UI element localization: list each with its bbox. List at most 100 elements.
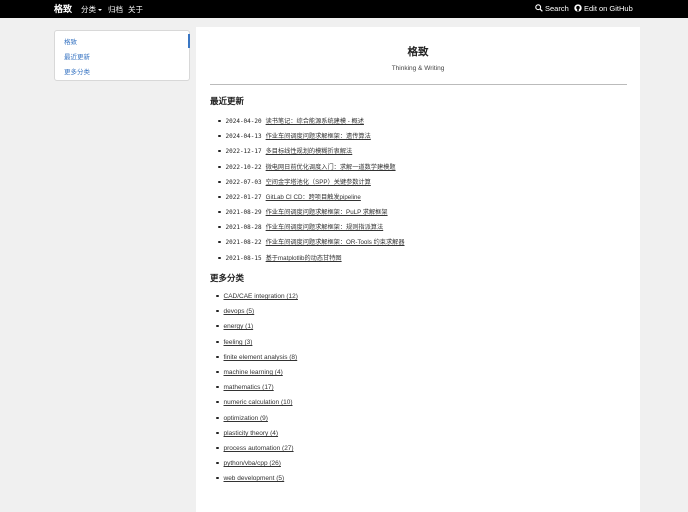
bullet <box>216 355 219 358</box>
post-link[interactable]: 作业车间调度问题求解框架：遗传算法 <box>266 133 371 140</box>
search-icon <box>535 4 543 12</box>
page-title: 格致 <box>407 46 429 58</box>
categories-heading: 更多分类 <box>210 273 245 283</box>
list-item: 2022-12-17 多目标线性规划的模糊折衷解法 <box>218 146 352 156</box>
list-item: 2021-08-22 作业车间调度问题求解框架：OR-Tools 约束求解器 <box>218 237 405 247</box>
list-item: 2021-08-29 作业车间调度问题求解框架：PuLP 求解框架 <box>218 207 388 217</box>
bullet <box>216 340 219 343</box>
category-link[interactable]: web development (5) <box>224 475 285 482</box>
category-item: feeling (3) <box>216 339 252 349</box>
post-date: 2021-08-28 <box>225 224 262 231</box>
category-item: CAD/CAE integration (12) <box>216 293 298 303</box>
post-date: 2022-10-22 <box>225 164 262 171</box>
category-link[interactable]: mathematics (17) <box>224 384 274 391</box>
bullet <box>218 134 221 137</box>
post-link[interactable]: 读书笔记：综合能源系统建模 - 概述 <box>266 118 364 125</box>
bullet <box>218 119 221 122</box>
post-link[interactable]: GitLab CI CD：跨项目触发pipeline <box>266 194 361 201</box>
category-item: finite element analysis (8) <box>216 354 297 364</box>
post-date: 2021-08-15 <box>225 255 262 262</box>
list-item: 2024-04-20 读书笔记：综合能源系统建模 - 概述 <box>218 116 364 126</box>
bullet <box>216 416 219 419</box>
sidebar-item-categories[interactable]: 更多分类 <box>64 66 90 76</box>
category-item: energy (1) <box>216 323 253 333</box>
category-link[interactable]: feeling (3) <box>224 339 253 346</box>
category-item: machine learning (4) <box>216 369 283 379</box>
bullet <box>216 385 219 388</box>
post-date: 2022-01-27 <box>225 194 262 201</box>
category-link[interactable]: devops (5) <box>224 308 255 315</box>
divider <box>210 84 627 85</box>
nav-about[interactable]: 关于 <box>128 4 143 15</box>
recent-heading: 最近更新 <box>210 96 245 106</box>
category-item: process automation (27) <box>216 445 294 455</box>
bullet <box>218 240 221 243</box>
bullet <box>216 294 219 297</box>
post-link[interactable]: 微电网日前优化调度入门：求解一道数学建模题 <box>266 164 396 171</box>
bullet <box>218 180 221 183</box>
post-date: 2024-04-13 <box>225 133 262 140</box>
post-link[interactable]: 基于matplotlib的动态甘特图 <box>266 255 342 262</box>
list-item: 2024-04-13 作业车间调度问题求解框架：遗传算法 <box>218 131 371 141</box>
category-link[interactable]: process automation (27) <box>224 445 294 452</box>
category-link[interactable]: energy (1) <box>224 323 254 330</box>
search-label: Search <box>545 4 569 13</box>
category-item: plasticity theory (4) <box>216 430 278 440</box>
category-link[interactable]: numeric calculation (10) <box>224 399 293 406</box>
bullet <box>216 400 219 403</box>
category-item: numeric calculation (10) <box>216 399 293 409</box>
category-item: devops (5) <box>216 308 254 318</box>
bullet <box>218 210 221 213</box>
category-item: web development (5) <box>216 475 284 485</box>
bullet <box>218 165 221 168</box>
top-navbar: 格致 分类 归档 关于 Search Edit on GitHub <box>0 0 688 18</box>
github-label: Edit on GitHub <box>584 4 633 13</box>
post-date: 2022-12-17 <box>225 148 262 155</box>
post-link[interactable]: 空间金字塔池化（SPP）关键参数计算 <box>266 179 371 186</box>
nav-categories-label: 分类 <box>81 5 96 14</box>
bullet <box>216 446 219 449</box>
category-link[interactable]: python/vba/cpp (26) <box>224 460 281 467</box>
category-link[interactable]: CAD/CAE integration (12) <box>224 293 298 300</box>
site-brand[interactable]: 格致 <box>54 2 72 15</box>
bullet <box>216 431 219 434</box>
bullet <box>218 195 221 198</box>
category-link[interactable]: plasticity theory (4) <box>224 430 279 437</box>
bullet <box>216 309 219 312</box>
edit-on-github-link[interactable]: Edit on GitHub <box>574 4 633 13</box>
list-item: 2022-01-27 GitLab CI CD：跨项目触发pipeline <box>218 192 361 202</box>
post-link[interactable]: 作业车间调度问题求解框架：PuLP 求解框架 <box>266 209 388 216</box>
active-indicator <box>188 34 190 48</box>
post-date: 2024-04-20 <box>225 118 262 125</box>
post-date: 2021-08-29 <box>225 209 262 216</box>
bullet <box>216 461 219 464</box>
list-item: 2022-07-03 空间金字塔池化（SPP）关键参数计算 <box>218 177 371 187</box>
category-link[interactable]: finite element analysis (8) <box>224 354 298 361</box>
list-item: 2021-08-15 基于matplotlib的动态甘特图 <box>218 253 342 263</box>
main-content: 格致 Thinking & Writing 最近更新 2024-04-20 读书笔… <box>196 27 640 512</box>
sidebar-item-home[interactable]: 格致 <box>64 36 77 46</box>
page-subtitle: Thinking & Writing <box>391 65 445 72</box>
chevron-down-icon <box>98 9 102 11</box>
bullet <box>218 256 221 259</box>
sidebar-item-recent[interactable]: 最近更新 <box>64 51 90 61</box>
sidebar-toc: 格致 最近更新 更多分类 <box>54 30 190 81</box>
list-item: 2021-08-28 作业车间调度问题求解框架：规则指派算法 <box>218 222 383 232</box>
nav-archive[interactable]: 归档 <box>108 4 123 15</box>
search-button[interactable]: Search <box>535 4 569 13</box>
post-link[interactable]: 作业车间调度问题求解框架：OR-Tools 约束求解器 <box>266 239 405 246</box>
nav-categories[interactable]: 分类 <box>81 4 102 15</box>
bullet <box>218 149 221 152</box>
category-link[interactable]: optimization (9) <box>224 415 268 422</box>
bullet <box>216 370 219 373</box>
post-link[interactable]: 作业车间调度问题求解框架：规则指派算法 <box>266 224 384 231</box>
bullet <box>216 476 219 479</box>
bullet <box>218 225 221 228</box>
list-item: 2022-10-22 微电网日前优化调度入门：求解一道数学建模题 <box>218 162 396 172</box>
post-date: 2021-08-22 <box>225 239 262 246</box>
category-link[interactable]: machine learning (4) <box>224 369 283 376</box>
post-date: 2022-07-03 <box>225 179 262 186</box>
post-link[interactable]: 多目标线性规划的模糊折衷解法 <box>266 148 353 155</box>
github-icon <box>574 4 582 12</box>
category-item: mathematics (17) <box>216 384 274 394</box>
